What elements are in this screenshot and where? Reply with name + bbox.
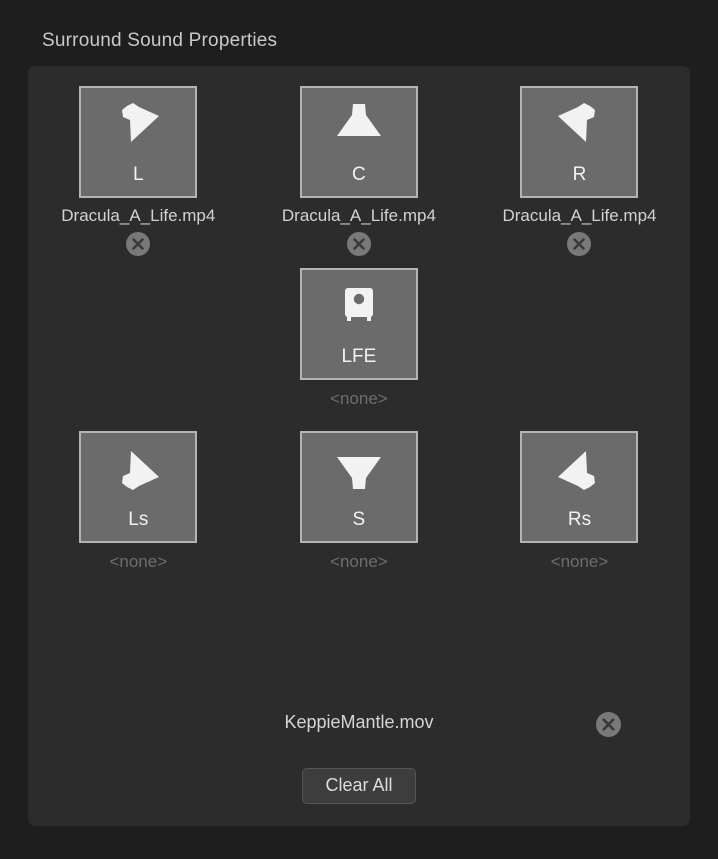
close-circle-icon [602,718,615,731]
speaker-cell-Ls: Ls <none> [28,431,249,572]
clear-movie-button[interactable] [596,712,621,737]
speaker-tile-L[interactable]: L [79,86,198,198]
speaker-tile-R[interactable]: R [520,86,639,198]
speaker-cone-up-left-icon [548,445,610,493]
clear-all-row: Clear All [28,768,690,804]
page-title: Surround Sound Properties [42,30,278,51]
speaker-cone-up-icon [328,445,390,493]
speaker-label-Ls: Ls [128,509,149,530]
movie-file-name: KeppieMantle.mov [284,712,434,732]
speaker-cell-empty-right [469,268,690,409]
speaker-cone-down-icon [328,100,390,148]
clear-assignment-button-R[interactable] [567,232,592,256]
close-circle-icon [573,238,586,250]
clear-all-button[interactable]: Clear All [302,768,416,804]
close-circle-icon [353,238,365,250]
speaker-row-front: L Dracula_A_Life.mp4 C Dracula_A_Life.mp… [28,86,690,256]
speaker-label-Rs: Rs [567,509,592,530]
clear-assignment-button-C[interactable] [346,232,371,256]
speaker-cell-C: C Dracula_A_Life.mp4 [249,86,470,256]
speaker-cone-down-left-icon [548,100,610,148]
speaker-cell-LFE: LFE <none> [249,268,470,409]
subwoofer-icon [328,282,390,330]
speaker-label-S: S [352,509,366,530]
assignment-label-LFE: <none> [330,389,388,408]
surround-panel: L Dracula_A_Life.mp4 C Dracula_A_Life.mp… [28,66,690,826]
speaker-cell-S: S <none> [249,431,470,572]
speaker-label-C: C [352,164,366,185]
speaker-tile-LFE[interactable]: LFE [299,268,418,380]
close-circle-icon [132,238,145,250]
assignment-label-S: <none> [330,552,388,571]
speaker-cone-up-right-icon [107,445,169,493]
speaker-label-L: L [133,164,144,185]
speaker-label-LFE: LFE [341,346,377,367]
speaker-channel-grid: L Dracula_A_Life.mp4 C Dracula_A_Life.mp… [28,66,690,572]
speaker-cone-down-right-icon [107,100,169,148]
speaker-row-surround: Ls <none> S <none> Rs <none> [28,431,690,572]
speaker-cell-empty-left [28,268,249,409]
speaker-cell-Rs: Rs <none> [469,431,690,572]
speaker-tile-Ls[interactable]: Ls [79,431,198,543]
assignment-label-Rs: <none> [550,552,609,571]
speaker-cell-R: R Dracula_A_Life.mp4 [469,86,690,256]
speaker-cell-L: L Dracula_A_Life.mp4 [28,86,249,256]
speaker-label-R: R [572,164,587,185]
clear-assignment-button-L[interactable] [126,232,151,256]
movie-source-row: KeppieMantle.mov [28,706,690,746]
speaker-tile-Rs[interactable]: Rs [520,431,639,543]
assignment-label-R: Dracula_A_Life.mp4 [502,206,657,225]
assignment-label-L: Dracula_A_Life.mp4 [61,206,216,225]
speaker-row-lfe: LFE <none> [28,268,690,409]
surround-sound-properties-window: Surround Sound Properties L Dracula_A_Li… [0,0,718,859]
assignment-label-C: Dracula_A_Life.mp4 [281,206,436,225]
speaker-tile-C[interactable]: C [299,86,418,198]
speaker-tile-S[interactable]: S [299,431,418,543]
assignment-label-Ls: <none> [109,552,168,571]
